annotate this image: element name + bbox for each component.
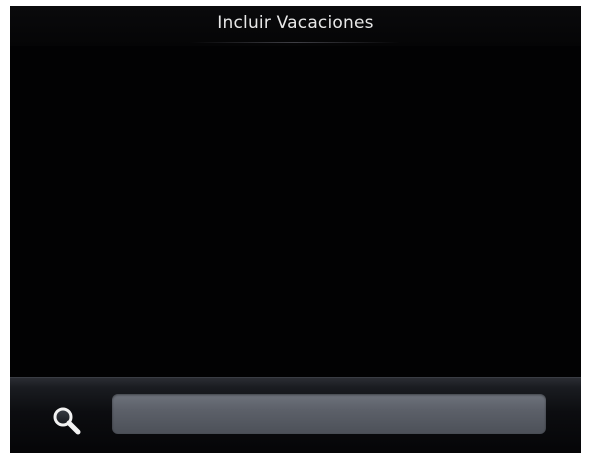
title-divider (190, 42, 400, 43)
page-title: Incluir Vacaciones (217, 13, 374, 33)
results-list-area (10, 46, 581, 376)
search-icon[interactable] (52, 406, 82, 436)
search-bar (10, 377, 581, 453)
title-bar: Incluir Vacaciones (10, 6, 581, 46)
device-frame: Incluir Vacaciones (0, 0, 589, 459)
search-input[interactable] (112, 394, 546, 434)
app-screen: Incluir Vacaciones (10, 6, 581, 453)
